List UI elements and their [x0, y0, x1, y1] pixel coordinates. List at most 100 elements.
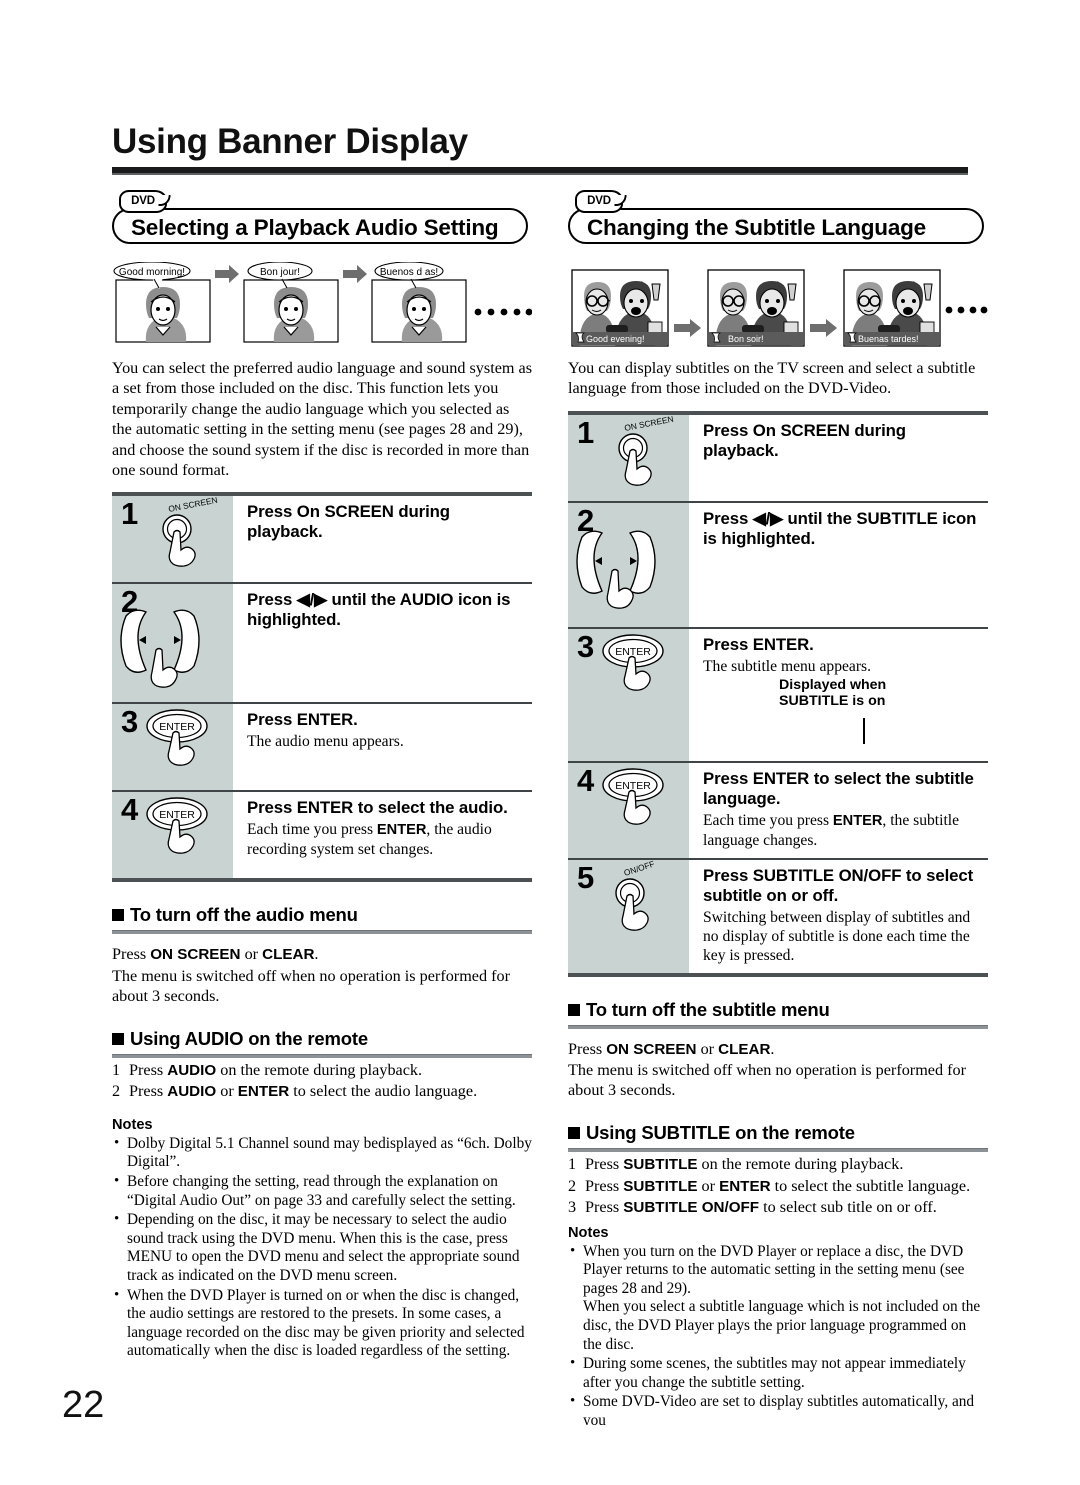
step-heading: Press ◀/▶ until the AUDIO icon is highli… [247, 590, 511, 630]
step-body: Press ENTER to select the audio. Each ti… [233, 792, 532, 878]
left-section-title: Selecting a Playback Audio Setting [112, 208, 528, 244]
title-divider [112, 167, 968, 175]
step-subtext: Each time you press ENTER, the audio rec… [247, 821, 492, 859]
step-body: Press ◀/▶ until the SUBTITLE icon is hig… [689, 503, 988, 627]
right-subsection-turn-off: To turn off the subtitle menu Press ON S… [568, 999, 988, 1101]
list-item: 1 Press AUDIO on the remote during playba… [112, 1061, 423, 1080]
bullet-icon: • [114, 1286, 120, 1303]
step-row: 2 Press ◀/▶ until the SUBTITLE icon is h… [568, 502, 988, 629]
step-icon-cell: 1 ON SCREEN [112, 496, 233, 583]
bubble-text-1: Good morning! [119, 267, 185, 278]
step-subtext: The subtitle menu appears. [703, 657, 872, 675]
note-item: • During some scenes, the subtitles may n… [570, 1355, 966, 1391]
step-heading: Press ENTER to select the subtitle langu… [703, 768, 974, 808]
page-bottom-mask [0, 1425, 1080, 1485]
right-notes: Notes • When you turn on the DVD Player … [568, 1225, 988, 1431]
subtitle-language-illustration: Good evening! Bon soir! Buenas tardes! [568, 262, 988, 352]
page-title: Using Banner Display [112, 122, 468, 161]
step-heading: Press ENTER. [247, 710, 358, 730]
page-number: 22 [62, 1386, 105, 1429]
bullet-icon: • [114, 1134, 120, 1151]
subsection-divider [568, 1148, 988, 1153]
notes-heading: Notes [568, 1224, 609, 1241]
numbered-list: 1 Press SUBTITLE on the remote during pla… [568, 1154, 988, 1218]
note-item: • When the DVD Player is turned on or whe… [114, 1286, 525, 1360]
bullet-icon: • [114, 1173, 120, 1190]
square-bullet-icon [568, 1127, 580, 1140]
left-steps-table: 1 ON SCREEN Press On SCREEN during playb… [112, 492, 532, 883]
step-row: 2 Press ◀/▶ until the AUDIO icon is high… [112, 584, 532, 705]
note-item: • Dolby Digital 5.1 Channel sound may bed… [114, 1134, 532, 1171]
step-body: Press ENTER to select the subtitle langu… [689, 763, 988, 858]
step-heading: Press SUBTITLE ON/OFF to select subtitle… [703, 865, 974, 905]
step-row: 5 ON/OFF Press SUBTITLE ON/OFF to select… [568, 859, 988, 977]
square-bullet-icon [112, 1033, 124, 1046]
subsection-divider [112, 1054, 532, 1059]
step-icon-cell: 3 ENTER [568, 628, 689, 761]
step-subtext: Switching between display of subtitles a… [703, 908, 971, 964]
step-icon-cell: 4 ENTER [568, 762, 689, 858]
step-icon-cell: 2 [112, 584, 233, 703]
bubble-text-2: Bon jour! [260, 267, 300, 278]
step-heading: Press ENTER. [703, 634, 814, 654]
dvd-badge-icon: DVD [119, 190, 167, 213]
subsection-heading: To turn off the subtitle menu [568, 999, 988, 1021]
subtitle-caption-3: Buenas tardes! [858, 334, 919, 344]
step-row: 4 ENTER Press ENTER to select the subtit… [568, 762, 988, 860]
right-intro-paragraph: You can display subtitles on the TV scre… [568, 359, 976, 398]
subsection-heading: Using SUBTITLE on the remote [568, 1122, 988, 1144]
on-screen-button-label: ON SCREEN [623, 415, 674, 433]
on-screen-button-label: ON SCREEN [167, 496, 218, 514]
step-body: Press SUBTITLE ON/OFF to select subtitle… [689, 860, 988, 973]
left-column: DVD Selecting a Playback Audio Setting G… [112, 190, 532, 1361]
numbered-list: 1 Press AUDIO on the remote during playba… [112, 1060, 532, 1103]
step-body: Press ENTER. The subtitle menu appears. … [689, 629, 988, 761]
left-notes: Notes • Dolby Digital 5.1 Channel sound m… [112, 1117, 532, 1361]
step-heading: Press On SCREEN during playback. [247, 502, 450, 542]
subsection-divider [112, 930, 532, 935]
square-bullet-icon [112, 909, 124, 922]
step-row: 1 ON SCREEN Press On SCREEN during playb… [568, 414, 988, 503]
notes-heading: Notes [112, 1116, 153, 1133]
subsection-heading: To turn off the audio menu [112, 904, 532, 926]
subsection-divider [568, 1024, 988, 1029]
manual-page: Using Banner Display DVD Selecting a Pla… [0, 0, 1080, 1485]
step-row: 3 ENTER Press ENTER. The audio menu appe… [112, 704, 532, 793]
list-item: 2 Press AUDIO or ENTER to select the audi… [112, 1082, 478, 1101]
right-column: DVD Changing the Subtitle Language Good … [568, 190, 988, 1431]
step-row: 3 ENTER Press ENTER. The subtitle menu a… [568, 628, 988, 763]
audio-language-illustration: Good morning! Bon jour! Buenos d as! [112, 262, 532, 352]
step-body: Press ENTER. The audio menu appears. [233, 704, 532, 790]
subsection-body: Press ON SCREEN or CLEAR. The menu is sw… [568, 1039, 966, 1100]
note-item: • Depending on the disc, it may be necess… [114, 1211, 520, 1285]
step-icon-cell: 5 ON/OFF [568, 859, 689, 973]
bubble-text-3: Buenos d as! [380, 267, 438, 278]
right-section-header: DVD Changing the Subtitle Language [568, 190, 988, 256]
bullet-icon: • [114, 1211, 120, 1228]
left-intro-paragraph: You can select the preferred audio langu… [112, 359, 533, 480]
subtitle-caption-1: Good evening! [586, 334, 645, 344]
on-off-button-label: ON/OFF [623, 860, 656, 878]
bullet-icon: • [570, 1355, 576, 1372]
step-icon-cell: 1 ON SCREEN [568, 414, 689, 501]
right-steps-table: 1 ON SCREEN Press On SCREEN during playb… [568, 410, 988, 977]
square-bullet-icon [568, 1003, 580, 1016]
right-subsection-remote: Using SUBTITLE on the remote 1 Press SUBT… [568, 1122, 988, 1218]
step-body: Press ◀/▶ until the AUDIO icon is highli… [233, 584, 532, 702]
list-item: 3 Press SUBTITLE ON/OFF to select sub tit… [568, 1198, 937, 1217]
subtitle-callout-label: Displayed when SUBTITLE is on [779, 676, 887, 710]
step-icon-cell: 3 ENTER [112, 704, 233, 791]
step-icon-cell: 2 [568, 502, 689, 627]
step-heading: Press On SCREEN during playback. [703, 420, 906, 460]
subsection-body: Press ON SCREEN or CLEAR. The menu is sw… [112, 945, 510, 1005]
note-item: • Before changing the setting, read throu… [114, 1173, 516, 1209]
callout-pointer-line [863, 717, 865, 744]
note-item: • When you turn on the DVD Player or rep… [570, 1242, 981, 1353]
list-item: 1 Press SUBTITLE on the remote during pla… [568, 1155, 904, 1174]
dvd-badge-icon: DVD [575, 190, 623, 213]
step-subtext: Each time you press ENTER, the subtitle … [703, 811, 960, 849]
subsection-heading: Using AUDIO on the remote [112, 1028, 532, 1050]
subtitle-caption-2: Bon soir! [728, 334, 764, 344]
list-item: 2 Press SUBTITLE or ENTER to select the s… [568, 1176, 971, 1195]
step-heading: Press ENTER to select the audio. [247, 798, 508, 818]
